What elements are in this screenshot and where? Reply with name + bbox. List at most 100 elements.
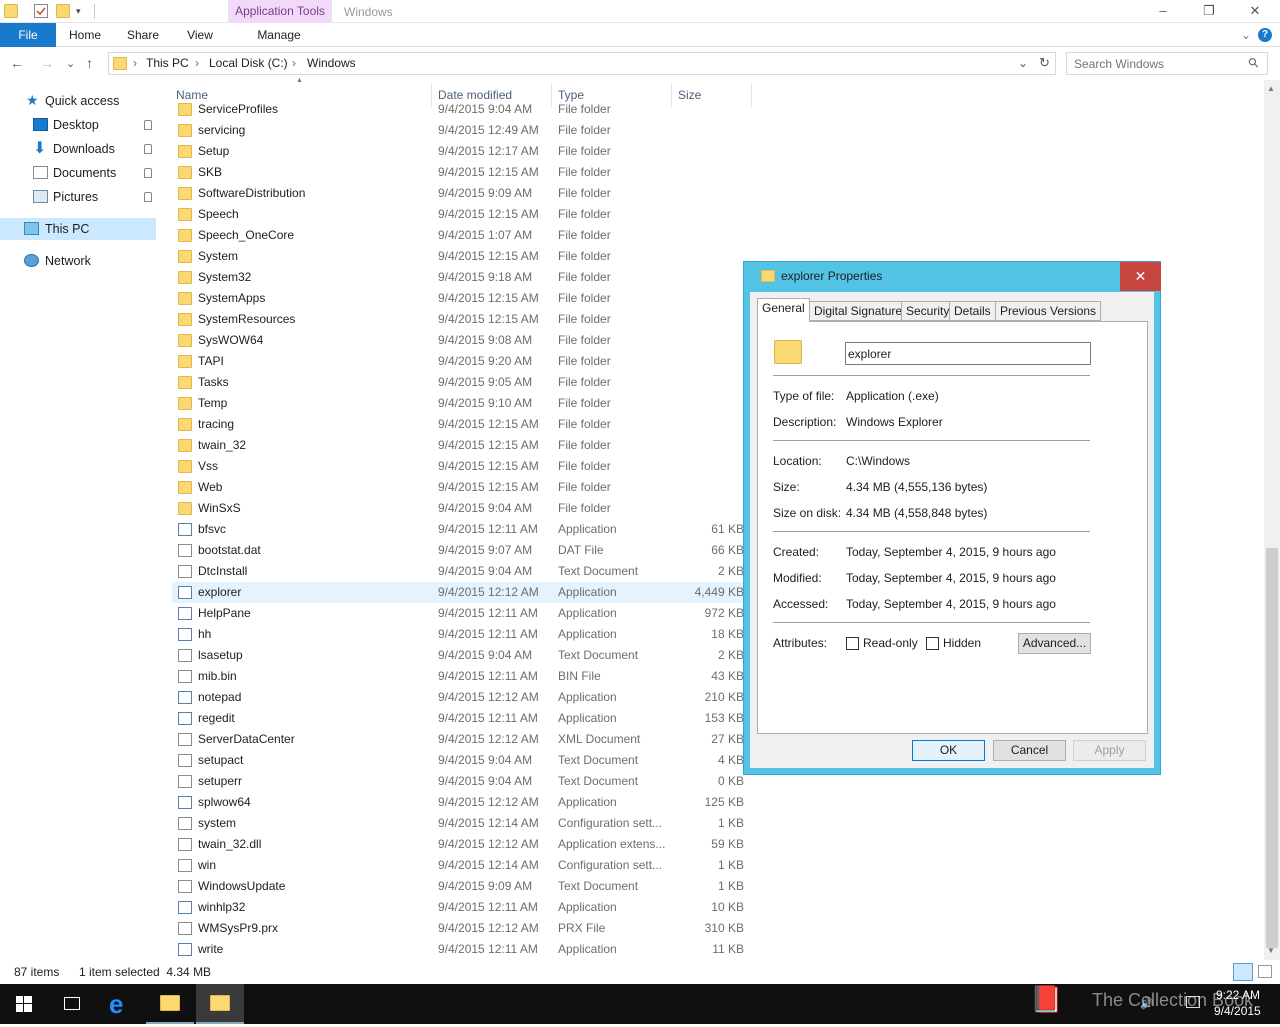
table-row[interactable]: SysWOW64 9/4/2015 9:08 AM File folder [172,330,752,351]
table-row[interactable]: Tasks 9/4/2015 9:05 AM File folder [172,372,752,393]
sidebar-item-quick-access[interactable]: ★ Quick access [0,90,156,112]
cancel-button[interactable]: Cancel [993,740,1066,761]
pin-icon[interactable] [144,168,152,178]
ok-button[interactable]: OK [912,740,985,761]
expand-ribbon-icon[interactable]: ⌄ [1236,23,1256,47]
new-folder-icon[interactable] [56,4,70,18]
tab-share[interactable]: Share [122,23,164,47]
tab-general[interactable]: General [757,298,810,322]
address-bar[interactable]: › This PC › Local Disk (C:) › Windows ⌄ … [108,52,1056,75]
table-row[interactable]: SoftwareDistribution 9/4/2015 9:09 AM File… [172,183,752,204]
tab-security[interactable]: Security [901,301,955,321]
up-icon[interactable]: ↑ [86,55,93,71]
hidden-label[interactable]: Hidden [943,636,981,650]
file-explorer-window-button[interactable] [196,984,244,1024]
table-row[interactable]: ServerDataCenter 9/4/2015 12:12 AM XML Doc… [172,729,752,750]
table-row[interactable]: bfsvc 9/4/2015 12:11 AM Application 61 KB [172,519,752,540]
table-row[interactable]: SystemResources 9/4/2015 12:15 AM File fol… [172,309,752,330]
sidebar-item-documents[interactable]: Documents [0,162,156,184]
table-row[interactable]: setupact 9/4/2015 9:04 AM Text Document 4 K… [172,750,752,771]
breadcrumb-separator[interactable]: › [292,56,296,70]
table-row[interactable]: winhlp32 9/4/2015 12:11 AM Application 10 K… [172,897,752,918]
dialog-close-button[interactable]: ✕ [1120,262,1161,291]
close-button[interactable]: ✕ [1232,0,1278,23]
apply-button[interactable]: Apply [1073,740,1146,761]
restore-button[interactable]: ❐ [1186,0,1232,23]
filename-input[interactable] [845,342,1091,365]
scroll-up-icon[interactable]: ▲ [1267,84,1275,93]
edge-button[interactable]: e [96,984,144,1024]
table-row[interactable]: SystemApps 9/4/2015 12:15 AM File folder [172,288,752,309]
refresh-icon[interactable]: ↻ [1039,55,1050,71]
tab-file[interactable]: File [0,23,56,47]
table-row[interactable]: system 9/4/2015 12:14 AM Configuration set… [172,813,752,834]
tab-home[interactable]: Home [64,23,106,47]
properties-icon[interactable] [34,4,48,18]
sidebar-item-network[interactable]: Network [0,250,156,272]
table-row[interactable]: WindowsUpdate 9/4/2015 9:09 AM Text Docume… [172,876,752,897]
table-row[interactable]: Web 9/4/2015 12:15 AM File folder [172,477,752,498]
readonly-label[interactable]: Read-only [863,636,918,650]
table-row[interactable]: TAPI 9/4/2015 9:20 AM File folder [172,351,752,372]
tab-manage[interactable]: Manage [248,23,310,47]
recent-locations-icon[interactable]: ⌄ [66,57,75,70]
breadcrumb-local-disk[interactable]: Local Disk (C:) [209,56,288,70]
breadcrumb-windows[interactable]: Windows [307,56,356,70]
table-row[interactable]: WMSysPr9.prx 9/4/2015 12:12 AM PRX File 310… [172,918,752,939]
table-row[interactable]: DtcInstall 9/4/2015 9:04 AM Text Document 2… [172,561,752,582]
table-row[interactable]: setuperr 9/4/2015 9:04 AM Text Document 0 K… [172,771,752,792]
advanced-button[interactable]: Advanced... [1018,633,1091,654]
table-row[interactable]: lsasetup 9/4/2015 9:04 AM Text Document 2 K… [172,645,752,666]
search-box[interactable]: ⚲ [1066,52,1268,75]
tab-previous-versions[interactable]: Previous Versions [995,301,1102,321]
help-icon[interactable]: ? [1258,28,1272,42]
table-row[interactable]: WinSxS 9/4/2015 9:04 AM File folder [172,498,752,519]
table-row[interactable]: HelpPane 9/4/2015 12:11 AM Application 972 … [172,603,752,624]
pin-icon[interactable] [144,144,152,154]
table-row[interactable]: twain_32.dll 9/4/2015 12:12 AM Application… [172,834,752,855]
table-row[interactable]: Setup 9/4/2015 12:17 AM File folder [172,141,752,162]
clock-date[interactable]: 9/4/2015 [1214,1004,1261,1018]
readonly-checkbox[interactable] [846,637,859,650]
scroll-down-icon[interactable]: ▼ [1267,946,1275,955]
scrollbar-thumb[interactable] [1266,548,1278,948]
tab-digital-signatures[interactable]: Digital Signatures [809,301,914,321]
table-row[interactable]: ServiceProfiles 9/4/2015 9:04 AM File fold… [172,99,752,120]
table-row[interactable]: bootstat.dat 9/4/2015 9:07 AM DAT File 66 K… [172,540,752,561]
pin-icon[interactable] [144,192,152,202]
table-row[interactable]: Speech_OneCore 9/4/2015 1:07 AM File folde… [172,225,752,246]
table-row[interactable]: SKB 9/4/2015 12:15 AM File folder [172,162,752,183]
table-row[interactable]: twain_32 9/4/2015 12:15 AM File folder [172,435,752,456]
action-center-icon[interactable] [1186,996,1200,1008]
hidden-checkbox[interactable] [926,637,939,650]
table-row[interactable]: regedit 9/4/2015 12:11 AM Application 153 K… [172,708,752,729]
dialog-title-bar[interactable]: explorer Properties ✕ [744,262,1162,292]
back-icon[interactable]: ← [10,55,24,71]
volume-icon[interactable]: 🔊 [1140,997,1154,1010]
clock-time[interactable]: 9:22 AM [1216,988,1260,1002]
customize-qat-icon[interactable]: ▾ [76,4,90,18]
address-dropdown-icon[interactable]: ⌄ [1018,56,1028,70]
tab-details[interactable]: Details [949,301,996,321]
table-row[interactable]: write 9/4/2015 12:11 AM Application 11 KB [172,939,752,960]
table-row[interactable]: splwow64 9/4/2015 12:12 AM Application 125 … [172,792,752,813]
large-icons-view-icon[interactable] [1258,965,1272,978]
details-view-icon[interactable] [1233,963,1253,981]
breadcrumb-separator[interactable]: › [133,56,137,70]
table-row[interactable]: Speech 9/4/2015 12:15 AM File folder [172,204,752,225]
table-row[interactable]: Temp 9/4/2015 9:10 AM File folder [172,393,752,414]
minimize-button[interactable]: – [1140,0,1186,23]
sidebar-item-desktop[interactable]: Desktop [0,114,156,136]
sidebar-item-pictures[interactable]: Pictures [0,186,156,208]
breadcrumb-separator[interactable]: › [195,56,199,70]
table-row[interactable]: hh 9/4/2015 12:11 AM Application 18 KB [172,624,752,645]
table-row[interactable]: mib.bin 9/4/2015 12:11 AM BIN File 43 KB [172,666,752,687]
context-tab-application-tools[interactable]: Application Tools [228,0,332,23]
table-row[interactable]: win 9/4/2015 12:14 AM Configuration sett..… [172,855,752,876]
sidebar-item-this-pc[interactable]: This PC [0,218,156,240]
table-row[interactable]: servicing 9/4/2015 12:49 AM File folder [172,120,752,141]
table-row[interactable]: System32 9/4/2015 9:18 AM File folder [172,267,752,288]
table-row[interactable]: System 9/4/2015 12:15 AM File folder [172,246,752,267]
table-row[interactable]: notepad 9/4/2015 12:12 AM Application 210 K… [172,687,752,708]
table-row[interactable]: Vss 9/4/2015 12:15 AM File folder [172,456,752,477]
